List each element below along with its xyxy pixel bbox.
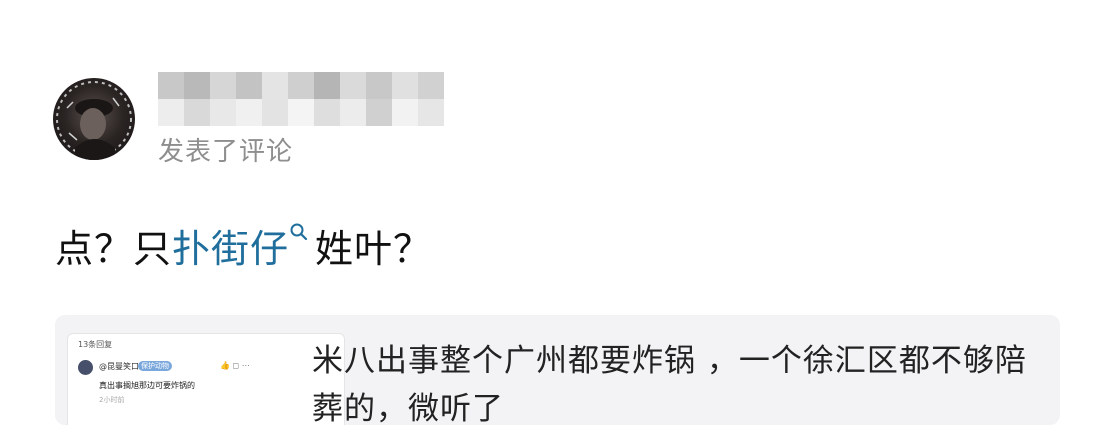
keyword-text[interactable]: 扑街仔 [172,227,289,271]
user-avatar[interactable] [53,78,135,160]
reply-user-badge: 保护动物 [138,361,172,371]
reply-actions: 👍 ◻ ⋯ [220,361,250,370]
more-icon: ⋯ [241,361,250,370]
quoted-text: 米八出事整个广州都要炸锅 ，一个徐汇区都不够陪葬的，微听了 [312,343,1027,425]
reply-icon: ◻ [232,361,240,370]
comment-suffix: 姓叶？ [315,227,433,271]
reply-avatar [78,360,93,375]
reply-time: 2小时前 [99,396,125,404]
search-icon [290,223,308,241]
post-action-label: 发表了评论 [158,137,294,167]
reply-user-name: @昆曼笑口 [99,362,139,371]
reply-text: 真出事搁旭那边可要炸锅的 [99,381,195,390]
quoted-comment-card[interactable]: 13条回复 @昆曼笑口 保护动物 👍 ◻ ⋯ 真出事搁旭那边可要炸锅的 2小时前… [55,315,1060,425]
thumbs-up-icon: 👍 [220,361,230,370]
username-mosaic [158,72,448,126]
comment-prefix: 点？只 [55,227,173,271]
reply-screenshot-thumbnail: 13条回复 @昆曼笑口 保护动物 👍 ◻ ⋯ 真出事搁旭那边可要炸锅的 2小时前 [67,333,345,425]
keyword-link[interactable]: 扑街仔 [172,223,315,271]
reply-count: 13条回复 [78,340,113,349]
comment-text: 点？只扑街仔 姓叶？ [55,218,432,273]
